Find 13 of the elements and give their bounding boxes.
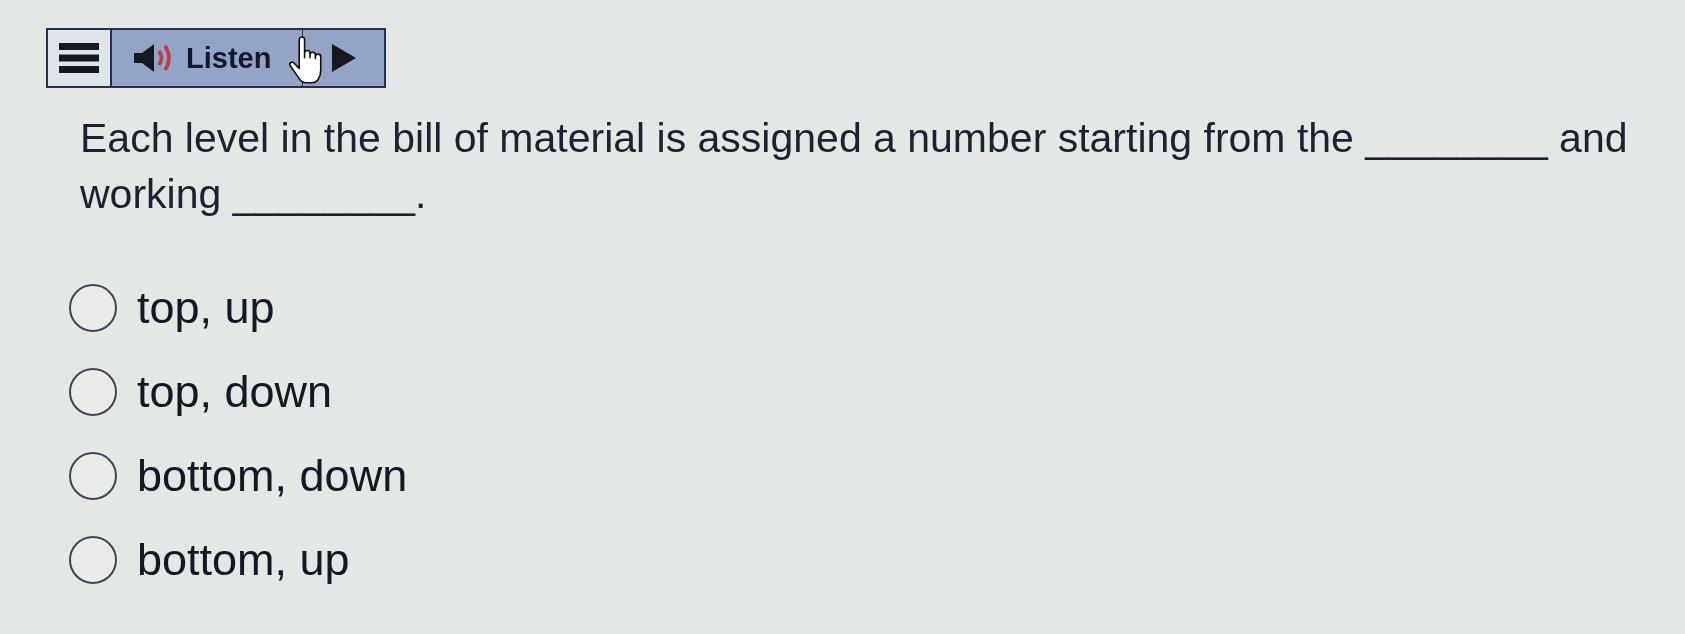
menu-icon	[59, 43, 99, 73]
option-label: top, up	[137, 282, 275, 334]
radio-button[interactable]	[69, 536, 117, 584]
option-label: bottom, down	[137, 450, 408, 502]
menu-button[interactable]	[48, 30, 112, 86]
play-icon	[331, 44, 356, 72]
option-label: top, down	[137, 366, 333, 418]
option-label: bottom, up	[137, 534, 350, 586]
radio-button[interactable]	[69, 284, 117, 332]
radio-button[interactable]	[69, 368, 117, 416]
hand-cursor-icon	[289, 35, 322, 85]
radio-button[interactable]	[69, 452, 117, 500]
question-text: Each level in the bill of material is assigned a number starting from the ________ and working ________.	[80, 114, 1629, 219]
